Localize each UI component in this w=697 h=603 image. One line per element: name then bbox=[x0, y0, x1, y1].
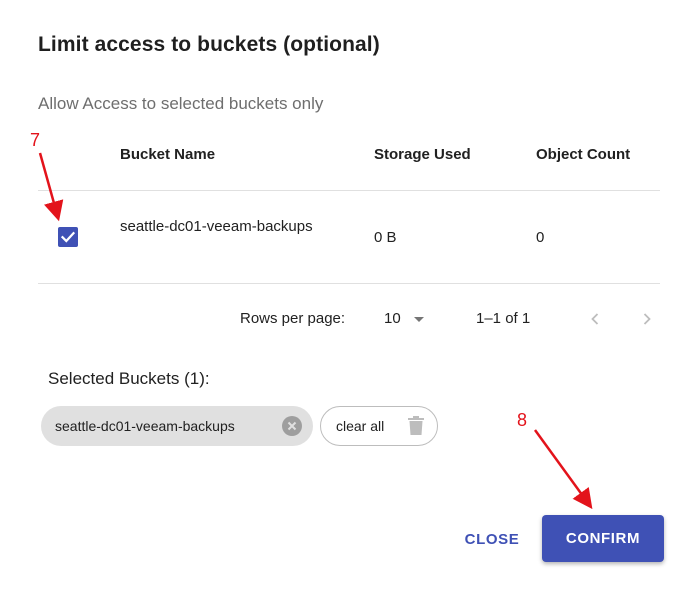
clear-all-label: clear all bbox=[336, 418, 385, 434]
chip-label: seattle-dc01-veeam-backups bbox=[55, 418, 235, 434]
clear-all-button[interactable]: clear all bbox=[320, 406, 438, 446]
annotation-arrows bbox=[38, 152, 593, 510]
check-icon bbox=[60, 231, 76, 243]
rows-per-page-label: Rows per page: bbox=[240, 310, 346, 327]
table-row[interactable]: seattle-dc01-veeam-backups 0 B 0 bbox=[38, 191, 660, 284]
column-header-object-count[interactable]: Object Count bbox=[536, 146, 630, 163]
annotation-arrow-8 bbox=[533, 429, 593, 510]
limit-access-dialog: Limit access to buckets (optional) Allow… bbox=[0, 0, 697, 603]
cell-storage-used: 0 B bbox=[374, 229, 397, 246]
column-header-bucket-name[interactable]: Bucket Name bbox=[120, 146, 215, 163]
cell-object-count: 0 bbox=[536, 229, 545, 246]
cancel-circle-icon bbox=[282, 416, 302, 436]
table-header: Bucket Name Storage Used Object Count bbox=[38, 132, 660, 191]
dialog-title: Limit access to buckets (optional) bbox=[38, 33, 380, 56]
pagination-range: 1–1 of 1 bbox=[476, 310, 531, 327]
caret-down-icon bbox=[414, 317, 424, 322]
table-pagination: Rows per page: 10 1–1 of 1 bbox=[38, 308, 660, 332]
rows-per-page-value: 10 bbox=[384, 310, 401, 327]
column-header-storage-used[interactable]: Storage Used bbox=[374, 146, 471, 163]
rows-per-page-select[interactable]: 10 bbox=[384, 308, 430, 330]
confirm-button[interactable]: CONFIRM bbox=[542, 515, 664, 562]
annotation-step-7: 7 bbox=[30, 130, 41, 150]
previous-page-button[interactable] bbox=[584, 308, 606, 330]
next-page-button[interactable] bbox=[636, 308, 658, 330]
chevron-right-icon bbox=[643, 313, 651, 325]
selected-buckets-label: Selected Buckets (1): bbox=[48, 369, 210, 388]
row-checkbox[interactable] bbox=[58, 227, 78, 247]
close-button[interactable]: CLOSE bbox=[454, 522, 530, 556]
selected-bucket-chip: seattle-dc01-veeam-backups bbox=[41, 406, 313, 446]
chevron-left-icon bbox=[591, 313, 599, 325]
trash-icon bbox=[408, 416, 424, 435]
annotation-step-8: 8 bbox=[517, 410, 528, 430]
dialog-subtitle: Allow Access to selected buckets only bbox=[38, 94, 324, 113]
cell-bucket-name: seattle-dc01-veeam-backups bbox=[120, 218, 313, 235]
remove-chip-button[interactable] bbox=[282, 416, 302, 436]
